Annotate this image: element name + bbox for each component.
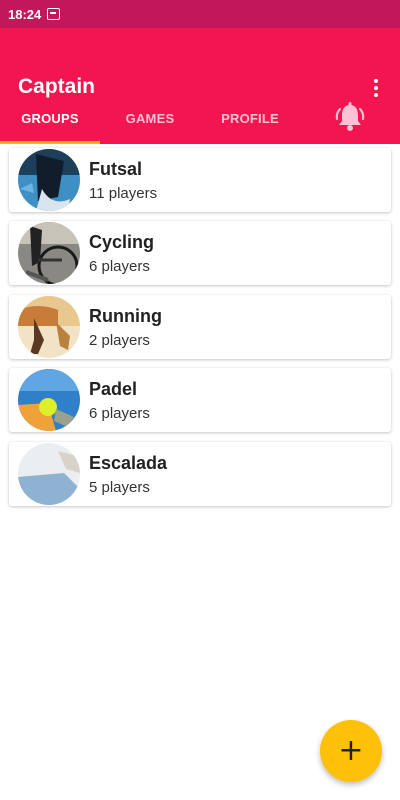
tab-indicator (0, 141, 100, 144)
plus-icon: + (338, 733, 364, 768)
tab-games[interactable]: GAMES (100, 96, 200, 140)
group-card-cycling[interactable]: Cycling 6 players (9, 221, 391, 285)
group-card-escalada[interactable]: Escalada 5 players (9, 442, 391, 506)
group-avatar (18, 443, 80, 505)
group-player-count: 5 players (89, 479, 150, 496)
group-player-count: 2 players (89, 332, 150, 349)
tab-groups[interactable]: GROUPS (0, 96, 100, 140)
group-name: Running (89, 306, 162, 326)
group-card-padel[interactable]: Padel 6 players (9, 368, 391, 432)
tab-profile[interactable]: PROFILE (200, 96, 300, 140)
group-player-count: 11 players (89, 185, 158, 202)
group-card-running[interactable]: Running 2 players (9, 295, 391, 359)
group-avatar (18, 149, 80, 211)
group-player-count: 6 players (89, 258, 150, 275)
group-name: Escalada (89, 453, 168, 473)
group-avatar (18, 296, 80, 358)
notification-icon (47, 8, 61, 20)
group-name: Cycling (89, 232, 155, 252)
bell-icon[interactable] (333, 100, 367, 134)
status-bar: 18:24 (0, 0, 400, 28)
add-group-button[interactable]: + (320, 720, 382, 782)
group-avatar (18, 222, 80, 284)
group-name: Futsal (89, 159, 143, 179)
group-card-futsal[interactable]: Futsal 11 players (9, 148, 391, 212)
group-player-count: 6 players (89, 405, 150, 422)
group-name: Padel (89, 379, 138, 399)
group-avatar (18, 369, 80, 431)
status-time: 18:24 (8, 6, 42, 22)
